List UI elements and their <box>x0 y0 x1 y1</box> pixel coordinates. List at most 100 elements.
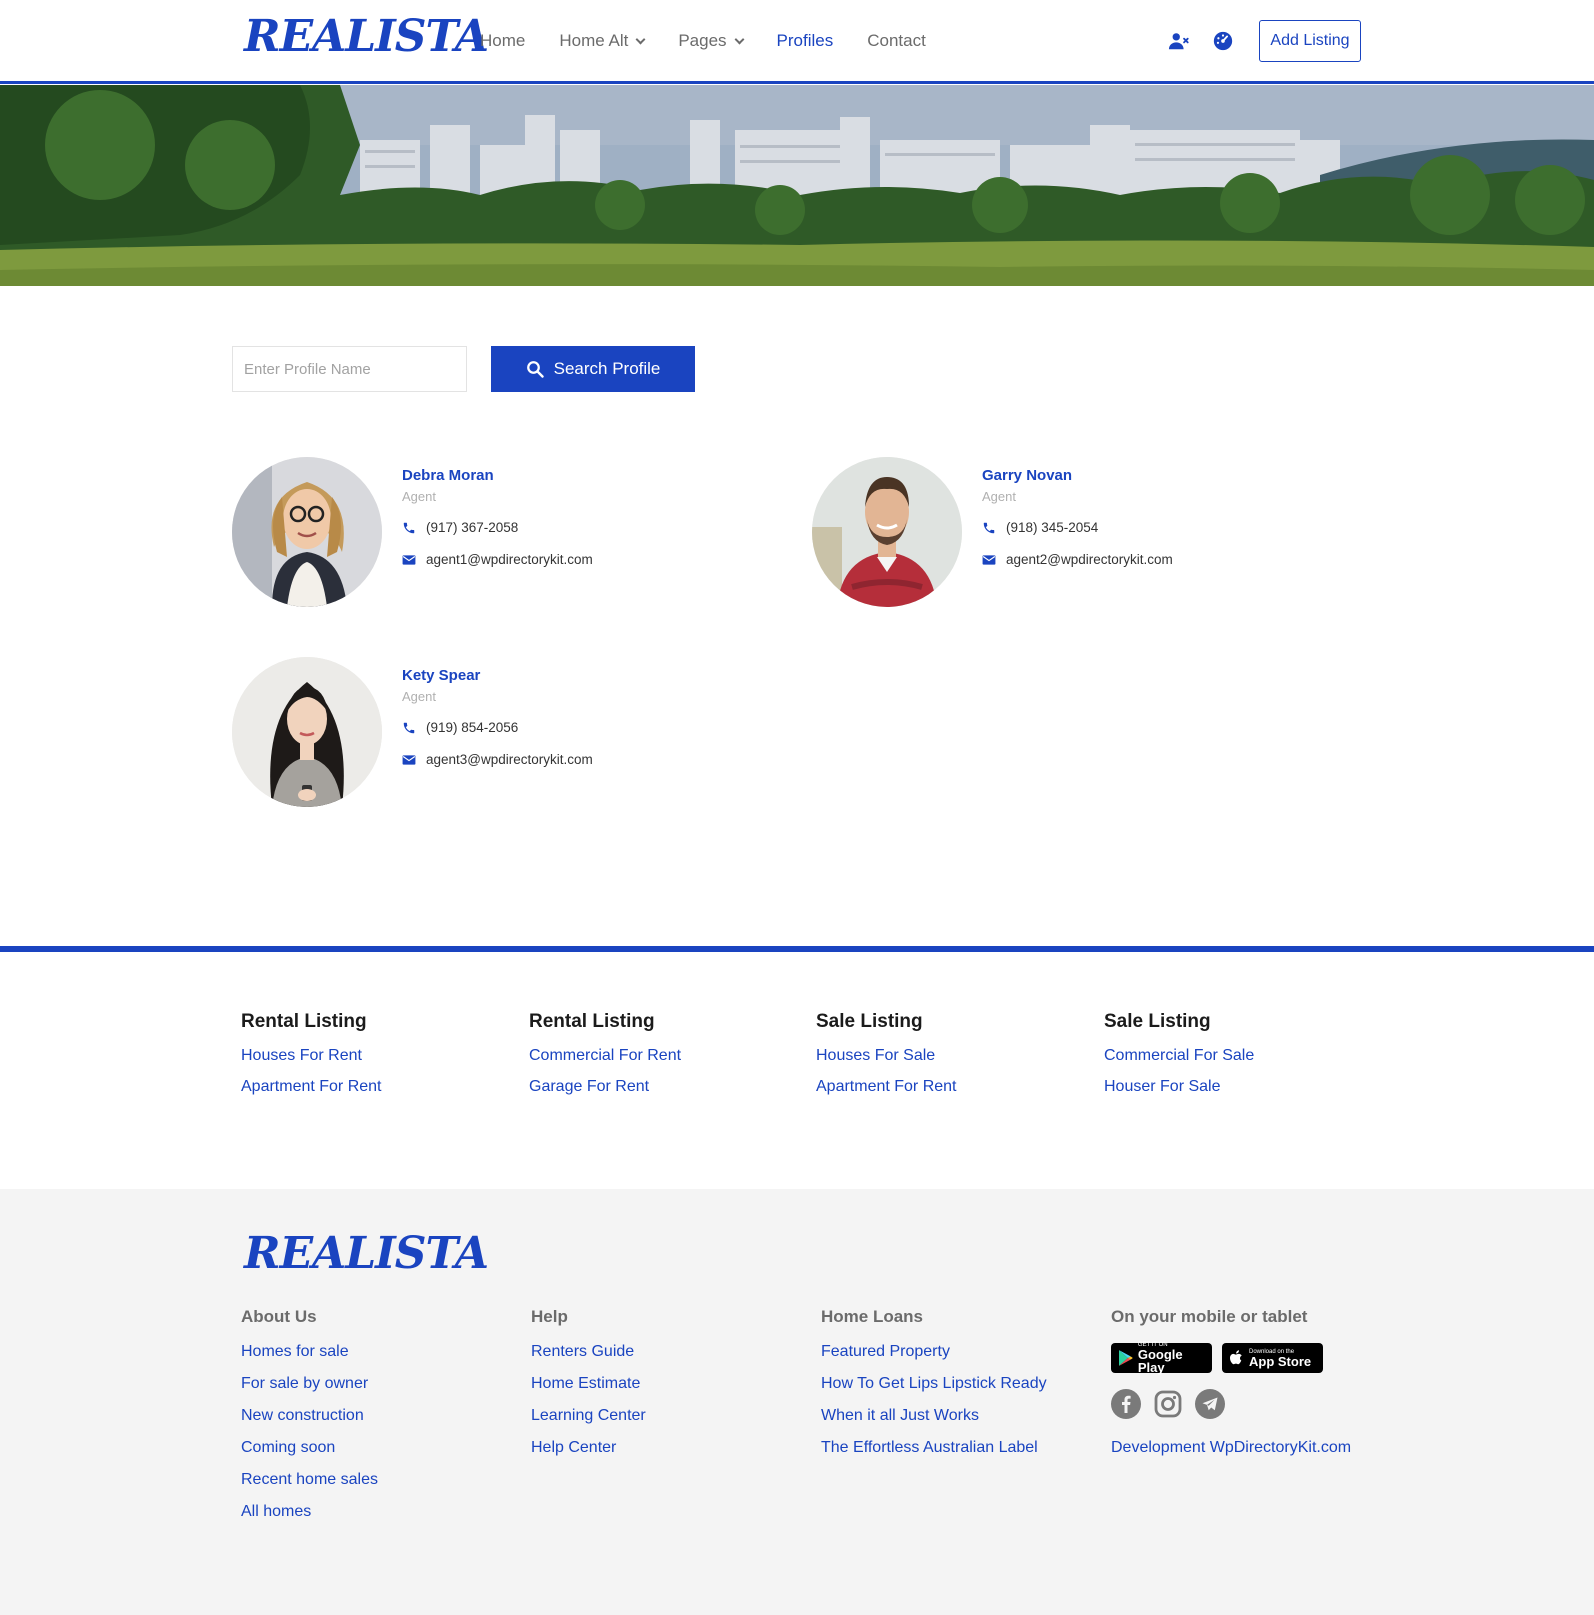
profile-phone[interactable]: (917) 367-2058 <box>402 520 593 535</box>
profile-photo <box>232 657 382 807</box>
nav-item-contact[interactable]: Contact <box>867 31 926 51</box>
profile-name[interactable]: Debra Moran <box>402 467 593 484</box>
listing-title: Rental Listing <box>241 1011 367 1032</box>
nav-item-home-alt[interactable]: Home Alt <box>559 31 646 51</box>
footer-column-help: Help Renters Guide Home Estimate Learnin… <box>531 1307 646 1471</box>
user-x-icon[interactable] <box>1168 30 1190 52</box>
envelope-icon <box>402 554 416 565</box>
profile-email[interactable]: agent1@wpdirectorykit.com <box>402 552 593 567</box>
nav-item-home[interactable]: Home <box>480 31 525 51</box>
phone-icon <box>983 522 995 533</box>
nav-item-pages[interactable]: Pages <box>678 31 744 51</box>
site-logo[interactable]: REALISTA <box>244 11 489 62</box>
listing-link[interactable]: Houses For Rent <box>241 1047 382 1065</box>
footer-link[interactable]: Featured Property <box>821 1343 1047 1361</box>
profile-name[interactable]: Garry Novan <box>982 467 1173 484</box>
footer-column-home-loans: Home Loans Featured Property How To Get … <box>821 1307 1047 1471</box>
main-nav: Home Home Alt Pages Profiles Contact <box>480 0 960 82</box>
profile-card: Kety Spear Agent (919) 854-2056 agent3@w… <box>232 657 752 809</box>
profile-card: Debra Moran Agent (917) 367-2058 agent1@… <box>232 457 752 609</box>
profile-role: Agent <box>402 489 436 504</box>
profile-role: Agent <box>982 489 1016 504</box>
profile-name[interactable]: Kety Spear <box>402 667 593 684</box>
listing-link[interactable]: Commercial For Rent <box>529 1047 681 1065</box>
footer-column-title: On your mobile or tablet <box>1111 1307 1308 1326</box>
footer-link[interactable]: Home Estimate <box>531 1375 646 1393</box>
footer-column-title: About Us <box>241 1307 317 1326</box>
footer-column-title: Help <box>531 1307 568 1326</box>
google-play-button[interactable]: GET IT ON Google Play <box>1111 1342 1212 1374</box>
profile-phone[interactable]: (918) 345-2054 <box>982 520 1173 535</box>
listing-title: Rental Listing <box>529 1011 655 1032</box>
listing-link[interactable]: Houser For Sale <box>1104 1078 1254 1096</box>
footer-column-mobile: On your mobile or tablet GET IT ON Googl… <box>1111 1307 1351 1457</box>
listing-column: Sale Listing Houses For Sale Apartment F… <box>816 1011 957 1109</box>
site-footer: REALISTA About Us Homes for sale For sal… <box>0 1189 1594 1615</box>
envelope-icon <box>402 754 416 765</box>
listing-link[interactable]: Garage For Rent <box>529 1078 681 1096</box>
logo-text: REALISTA <box>244 1228 489 1279</box>
profile-email[interactable]: agent3@wpdirectorykit.com <box>402 752 593 767</box>
section-divider <box>0 946 1594 952</box>
envelope-icon <box>982 554 996 565</box>
profile-card: Garry Novan Agent (918) 345-2054 agent2@… <box>812 457 1332 609</box>
chevron-down-icon <box>734 34 744 44</box>
development-link[interactable]: Development WpDirectoryKit.com <box>1111 1439 1351 1457</box>
footer-column-about: About Us Homes for sale For sale by owne… <box>241 1307 378 1535</box>
apple-icon <box>1230 1350 1242 1365</box>
profile-photo <box>812 457 962 607</box>
profile-photo <box>232 457 382 607</box>
footer-link[interactable]: The Effortless Australian Label <box>821 1439 1047 1457</box>
search-profile-button[interactable]: Search Profile <box>491 346 695 392</box>
profile-phone[interactable]: (919) 854-2056 <box>402 720 593 735</box>
profile-info: Kety Spear Agent (919) 854-2056 agent3@w… <box>402 667 593 767</box>
phone-icon <box>403 522 415 533</box>
profile-email[interactable]: agent2@wpdirectorykit.com <box>982 552 1173 567</box>
footer-link[interactable]: New construction <box>241 1407 378 1425</box>
listing-column: Sale Listing Commercial For Sale Houser … <box>1104 1011 1254 1109</box>
listing-link[interactable]: Apartment For Rent <box>816 1078 957 1096</box>
footer-link[interactable]: All homes <box>241 1503 378 1521</box>
footer-link[interactable]: Learning Center <box>531 1407 646 1425</box>
listing-title: Sale Listing <box>816 1011 923 1032</box>
footer-link[interactable]: For sale by owner <box>241 1375 378 1393</box>
app-store-button[interactable]: Download on the App Store <box>1222 1343 1323 1373</box>
footer-link[interactable]: Renters Guide <box>531 1343 646 1361</box>
footer-link[interactable]: How To Get Lips Lipstick Ready <box>821 1375 1047 1393</box>
listing-link[interactable]: Commercial For Sale <box>1104 1047 1254 1065</box>
avatar[interactable] <box>232 657 382 807</box>
app-store-badges: GET IT ON Google Play Download on the Ap… <box>1111 1342 1351 1374</box>
listing-link[interactable]: Apartment For Rent <box>241 1078 382 1096</box>
profile-role: Agent <box>402 689 436 704</box>
listing-title: Sale Listing <box>1104 1011 1211 1032</box>
telegram-icon[interactable] <box>1195 1389 1225 1419</box>
footer-logo[interactable]: REALISTA <box>244 1228 489 1279</box>
chevron-down-icon <box>635 34 646 44</box>
hero-cityscape-image <box>0 85 1594 286</box>
avatar[interactable] <box>812 457 962 607</box>
footer-link[interactable]: Homes for sale <box>241 1343 378 1361</box>
listing-column: Rental Listing Commercial For Rent Garag… <box>529 1011 681 1109</box>
nav-item-profiles[interactable]: Profiles <box>777 31 834 51</box>
google-play-icon <box>1119 1350 1133 1366</box>
footer-column-title: Home Loans <box>821 1307 924 1326</box>
hero-banner <box>0 85 1594 286</box>
phone-icon <box>403 722 415 733</box>
search-button-label: Search Profile <box>553 359 661 378</box>
listing-link[interactable]: Houses For Sale <box>816 1047 957 1065</box>
profile-search-input[interactable] <box>232 346 467 392</box>
footer-link[interactable]: Help Center <box>531 1439 646 1457</box>
dashboard-icon[interactable] <box>1212 30 1234 52</box>
footer-link[interactable]: Recent home sales <box>241 1471 378 1489</box>
instagram-icon[interactable] <box>1153 1389 1183 1419</box>
footer-link[interactable]: When it all Just Works <box>821 1407 1047 1425</box>
search-icon <box>526 361 544 378</box>
site-header: REALISTA Home Home Alt Pages Profiles Co… <box>0 0 1594 84</box>
footer-link[interactable]: Coming soon <box>241 1439 378 1457</box>
social-links <box>1111 1389 1351 1419</box>
header-icons <box>1168 30 1234 52</box>
facebook-icon[interactable] <box>1111 1389 1141 1419</box>
logo-text: REALISTA <box>244 11 489 62</box>
add-listing-button[interactable]: Add Listing <box>1259 20 1361 62</box>
avatar[interactable] <box>232 457 382 607</box>
